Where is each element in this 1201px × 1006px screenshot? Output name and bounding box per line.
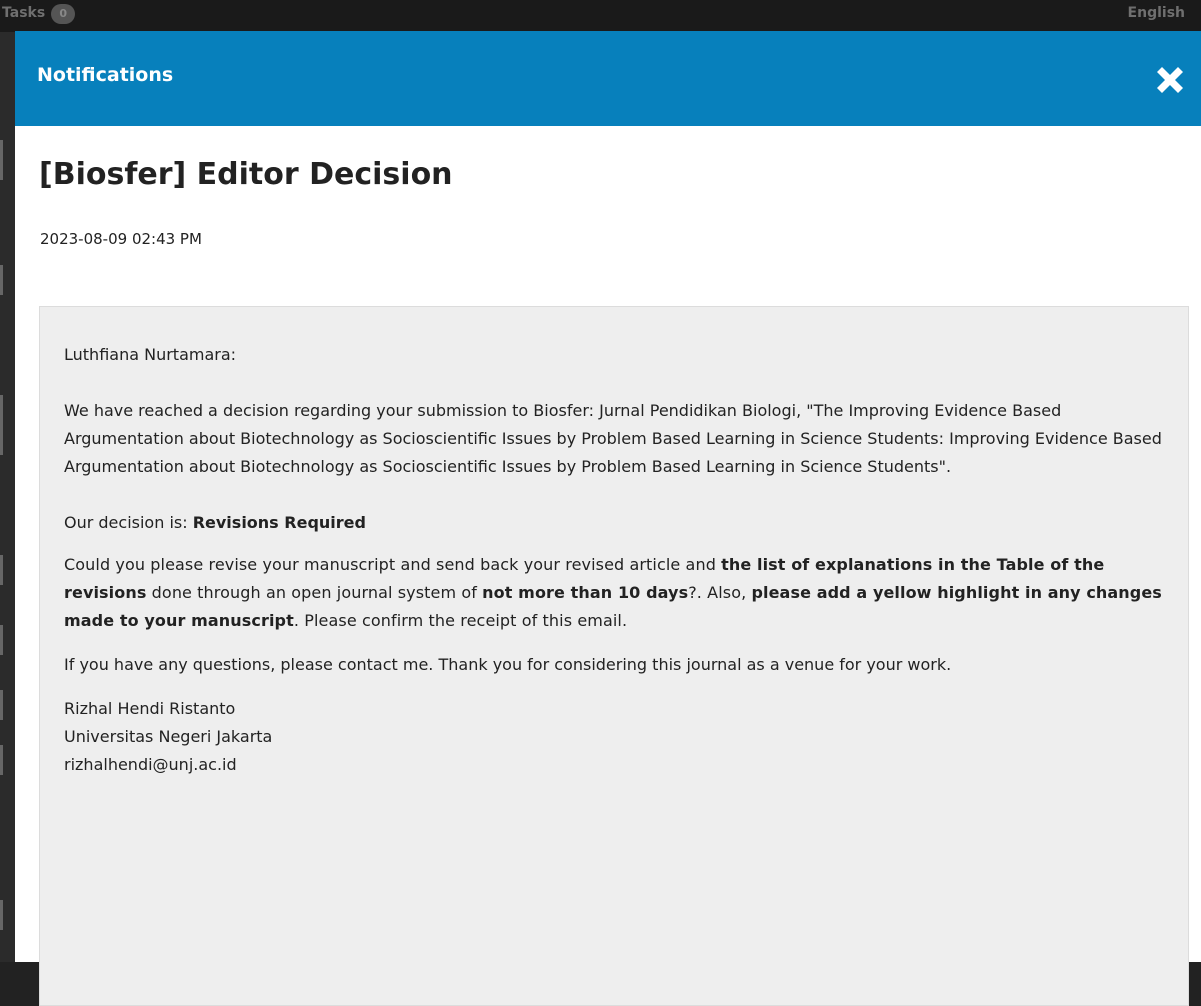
signature-email: rizhalhendi@unj.ac.id	[64, 755, 237, 774]
signature: Rizhal Hendi Ristanto Universitas Negeri…	[64, 695, 1164, 779]
background-fragment	[0, 900, 15, 930]
notifications-modal: Notifications [Biosfer] Editor Decision …	[15, 31, 1201, 1006]
language-label: English	[1127, 5, 1185, 21]
decision-value: Revisions Required	[192, 513, 366, 532]
notification-date: 2023-08-09 02:43 PM	[40, 230, 202, 248]
modal-header: Notifications	[15, 31, 1201, 126]
tasks-count-badge: 0	[51, 4, 76, 24]
bold-run: not more than 10 days	[482, 583, 689, 602]
text-run: Could you please revise your manuscript …	[64, 555, 722, 574]
decision-prefix: Our decision is:	[64, 513, 193, 532]
revision-instructions-paragraph: Could you please revise your manuscript …	[64, 551, 1164, 635]
background-fragment	[0, 555, 15, 585]
tasks-link[interactable]: Tasks 0	[2, 4, 76, 24]
background-fragment	[0, 745, 15, 775]
text-run: done through an open journal system of	[146, 583, 483, 602]
background-fragment	[0, 625, 15, 655]
signature-affiliation: Universitas Negeri Jakarta	[64, 727, 273, 746]
signature-name: Rizhal Hendi Ristanto	[64, 699, 236, 718]
decision-line: Our decision is: Revisions Required	[64, 509, 1164, 537]
close-button[interactable]	[1153, 63, 1187, 97]
decision-intro-paragraph: We have reached a decision regarding you…	[64, 401, 1162, 476]
background-fragment	[0, 395, 15, 455]
closing-paragraph: If you have any questions, please contac…	[64, 655, 952, 674]
language-selector[interactable]: English	[1128, 5, 1185, 21]
text-run: . Please confirm the receipt of this ema…	[293, 611, 628, 630]
background-fragment	[0, 140, 15, 180]
message-body: Luthfiana Nurtamara: We have reached a d…	[39, 306, 1189, 1006]
background-fragment	[0, 265, 15, 295]
tasks-label: Tasks	[2, 5, 46, 21]
modal-title: Notifications	[37, 64, 174, 86]
background-fragment	[0, 690, 15, 720]
notification-subject: [Biosfer] Editor Decision	[39, 157, 453, 192]
close-icon	[1157, 67, 1183, 93]
greeting: Luthfiana Nurtamara:	[64, 345, 237, 364]
text-run: ?. Also,	[688, 583, 752, 602]
background-topbar: Tasks 0 English	[0, 0, 1201, 32]
